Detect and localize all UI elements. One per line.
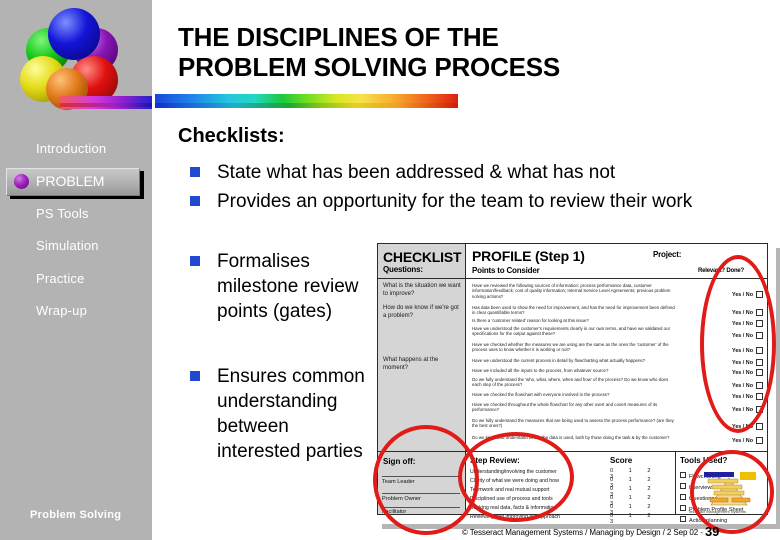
yes-no-option[interactable]: Yes / No [732, 438, 753, 444]
bullet-text: Ensures common understanding between int… [217, 366, 365, 462]
sidebar-item-label: PROBLEM [36, 173, 105, 189]
profile-subtitle: Points to Consider [472, 266, 540, 275]
checklist-point: Do we fully understand the measures that… [472, 418, 674, 429]
sidebar-gradient-bar-thin [60, 103, 152, 107]
sidebar-footer-label: Problem Solving [30, 509, 122, 521]
checklist-point: Have we checked the flowchart with every… [472, 392, 610, 397]
checklist-point: Have we included all the inputs to the p… [472, 368, 609, 373]
page-number: 39 [704, 524, 720, 539]
checkbox[interactable] [756, 423, 763, 430]
checklist-point: Have we understood the customer's requir… [472, 326, 671, 337]
page-title-line2: PROBLEM SOLVING PROCESS [178, 52, 561, 82]
bullet-item: Formalises milestone review points (gate… [190, 249, 370, 324]
checklist-header-title: CHECKLIST [383, 249, 462, 265]
square-bullet-icon [190, 196, 200, 206]
bullet-text: Formalises milestone review points (gate… [217, 251, 359, 322]
footer-text: © Tesseract Management Systems / Managin… [462, 528, 703, 537]
annotation-oval-yes-no [700, 255, 776, 433]
sidebar-item-introduction[interactable]: Introduction [0, 136, 152, 162]
checklist-header-subtitle: Questions: [383, 265, 423, 274]
bullet-item: Ensures common understanding between int… [190, 364, 375, 464]
bullet-item: Provides an opportunity for the team to … [190, 189, 730, 214]
bullet-item: State what has been addressed & what has… [190, 160, 730, 185]
square-bullet-icon [190, 256, 200, 266]
sidebar-item-simulation[interactable]: Simulation [0, 233, 152, 259]
checklist-point: Have we reviewed the following sources o… [472, 283, 671, 299]
bullet-text: Provides an opportunity for the team to … [217, 191, 693, 212]
checklist-point: Have we checked whether the measures we … [472, 342, 669, 353]
checkbox-icon[interactable] [680, 483, 686, 489]
score-title: Score [610, 456, 633, 465]
sidebar-item-practice[interactable]: Practice [0, 266, 152, 292]
checklist-question: What is the situation we want to improve… [383, 283, 461, 297]
project-label: Project: [653, 250, 682, 259]
sidebar-item-label: Simulation [36, 238, 99, 253]
sidebar-item-label: Practice [36, 271, 85, 286]
sidebar-item-wrap-up[interactable]: Wrap-up [0, 298, 152, 324]
checklist-vertical-rule [675, 452, 676, 515]
sphere-blue [48, 8, 100, 60]
sidebar-item-label: PS Tools [36, 206, 89, 221]
title-gradient-bar-thin [155, 103, 458, 108]
sidebar: Introduction PROBLEM PS Tools Simulation… [0, 0, 152, 540]
checklist-header-rule [378, 278, 767, 279]
checklist-point: Have we understood the current process i… [472, 358, 646, 363]
slide-footer: © Tesseract Management Systems / Managin… [462, 524, 719, 539]
checkbox-icon[interactable] [680, 472, 686, 478]
profile-title: PROFILE (Step 1) [472, 248, 585, 264]
checklist-question: What happens at the moment? [383, 357, 439, 371]
square-bullet-icon [190, 371, 200, 381]
checkbox-icon[interactable] [680, 505, 686, 511]
checklist-question: How do we know if we're got a problem? [383, 305, 459, 319]
checkbox-icon[interactable] [680, 516, 686, 522]
checkbox[interactable] [756, 437, 763, 444]
checklist-point: Has data been used to show the need for … [472, 305, 675, 316]
checklist-point: Do we fully understand the 'who, what, w… [472, 377, 669, 388]
checklist-point: Is there a 'customer related' reason for… [472, 318, 589, 323]
bullet-text: State what has been addressed & what has… [217, 162, 616, 183]
content-heading: Checklists: [178, 125, 285, 147]
page-title: THE DISCIPLINES OF THE PROBLEM SOLVING P… [178, 22, 758, 82]
checklist-point: Have we checked throughout the whole flo… [472, 402, 658, 413]
sidebar-item-ps-tools[interactable]: PS Tools [0, 201, 152, 227]
sidebar-item-label: Introduction [36, 141, 107, 156]
page-title-line1: THE DISCIPLINES OF THE [178, 22, 499, 52]
square-bullet-icon [190, 167, 200, 177]
sidebar-item-problem[interactable]: PROBLEM [6, 168, 144, 199]
sidebar-item-label: Wrap-up [36, 303, 88, 318]
annotation-oval-pyramid [690, 450, 774, 534]
sphere-bullet-icon [14, 174, 29, 189]
annotation-oval-step-review [458, 432, 574, 522]
logo-spheres [18, 6, 142, 110]
checkbox-icon[interactable] [680, 494, 686, 500]
score-scale[interactable]: 0 1 2 3 [610, 513, 672, 524]
